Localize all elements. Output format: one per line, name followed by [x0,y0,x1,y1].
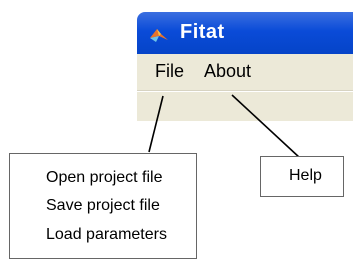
menu-item-open-project[interactable]: Open project file [46,169,196,187]
about-callout-line [231,94,301,159]
file-callout-line [148,95,164,153]
menu-item-save-project[interactable]: Save project file [46,197,196,215]
file-menu-popup: Open project file Save project file Load… [9,153,197,259]
about-menu-popup: Help [260,156,344,197]
menu-item-load-parameters[interactable]: Load parameters [46,226,196,244]
menu-item-help[interactable]: Help [289,167,343,185]
